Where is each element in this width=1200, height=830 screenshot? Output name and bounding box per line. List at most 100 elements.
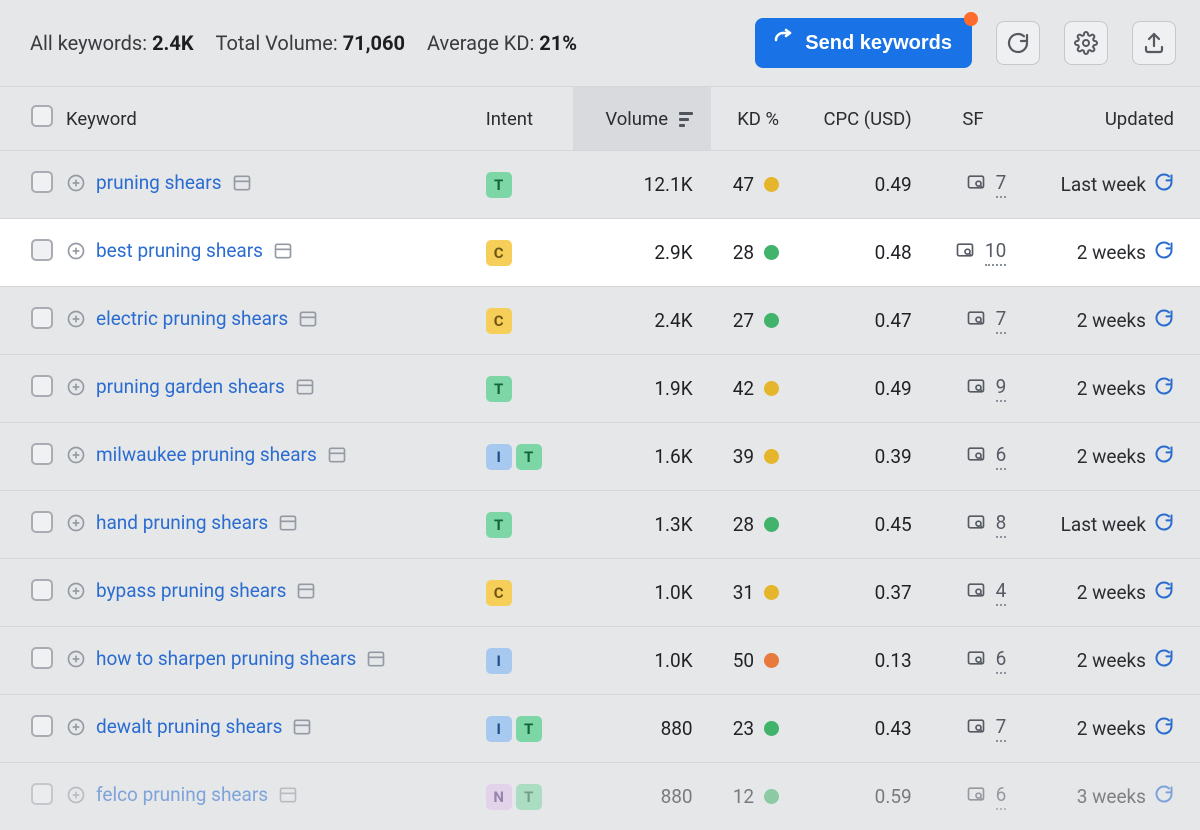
keyword-link[interactable]: best pruning shears (96, 239, 263, 262)
serp-icon[interactable] (296, 581, 316, 601)
row-refresh-icon[interactable] (1154, 240, 1174, 265)
row-checkbox[interactable] (31, 511, 53, 533)
expand-icon[interactable] (66, 241, 86, 261)
keyword-link[interactable]: dewalt pruning shears (96, 715, 282, 738)
sf-value[interactable]: 6 (966, 783, 1007, 810)
sf-value[interactable]: 7 (966, 715, 1007, 742)
intent-badge-i: I (486, 444, 512, 470)
sf-value[interactable]: 6 (966, 443, 1007, 470)
keyword-link[interactable]: hand pruning shears (96, 511, 268, 534)
keyword-link[interactable]: pruning shears (96, 171, 222, 194)
row-checkbox[interactable] (31, 375, 53, 397)
col-intent[interactable]: Intent (468, 87, 573, 151)
col-volume[interactable]: Volume (573, 87, 711, 151)
table-row: milwaukee pruning shears IT 1.6K 39 0.39… (0, 423, 1200, 491)
expand-icon[interactable] (66, 173, 86, 193)
sf-value[interactable]: 10 (955, 239, 1006, 266)
serp-icon[interactable] (278, 513, 298, 533)
kd-value: 23 (733, 717, 779, 740)
updated-value: Last week (1061, 173, 1146, 196)
keyword-link[interactable]: pruning garden shears (96, 375, 285, 398)
keyword-link[interactable]: felco pruning shears (96, 783, 268, 806)
row-checkbox[interactable] (31, 307, 53, 329)
serp-features-icon (966, 648, 986, 673)
kd-indicator-icon (764, 313, 779, 328)
serp-icon[interactable] (327, 445, 347, 465)
intent-badge-t: T (516, 784, 542, 810)
kd-indicator-icon (764, 449, 779, 464)
send-keywords-button[interactable]: Send keywords (755, 18, 972, 68)
row-checkbox[interactable] (31, 783, 53, 805)
keyword-link[interactable]: bypass pruning shears (96, 579, 286, 602)
kd-indicator-icon (764, 585, 779, 600)
expand-icon[interactable] (66, 513, 86, 533)
sf-value[interactable]: 4 (966, 579, 1007, 606)
sf-value[interactable]: 7 (966, 171, 1007, 198)
avg-kd-stat: Average KD: 21% (427, 31, 577, 55)
serp-features-icon (966, 444, 986, 469)
row-refresh-icon[interactable] (1154, 716, 1174, 741)
cpc-value: 0.49 (789, 151, 936, 219)
row-refresh-icon[interactable] (1154, 172, 1174, 197)
keyword-link[interactable]: how to sharpen pruning shears (96, 647, 356, 670)
refresh-button[interactable] (996, 21, 1040, 65)
serp-features-icon (966, 376, 986, 401)
col-select-all[interactable] (0, 87, 60, 151)
keyword-link[interactable]: electric pruning shears (96, 307, 288, 330)
sf-value[interactable]: 8 (966, 511, 1007, 538)
col-keyword[interactable]: Keyword (60, 87, 468, 151)
row-checkbox[interactable] (31, 171, 53, 193)
kd-indicator-icon (764, 517, 779, 532)
row-refresh-icon[interactable] (1154, 580, 1174, 605)
volume-value: 1.0K (573, 627, 711, 695)
serp-icon[interactable] (232, 173, 252, 193)
row-refresh-icon[interactable] (1154, 376, 1174, 401)
col-sf[interactable]: SF (936, 87, 1021, 151)
expand-icon[interactable] (66, 445, 86, 465)
serp-icon[interactable] (295, 377, 315, 397)
sf-value[interactable]: 6 (966, 647, 1007, 674)
kd-value: 39 (733, 445, 779, 468)
row-refresh-icon[interactable] (1154, 444, 1174, 469)
intent-badge-c: C (486, 580, 512, 606)
row-checkbox[interactable] (31, 647, 53, 669)
row-checkbox[interactable] (31, 579, 53, 601)
volume-value: 12.1K (573, 151, 711, 219)
serp-features-icon (966, 172, 986, 197)
col-updated[interactable]: Updated (1020, 87, 1200, 151)
export-button[interactable] (1132, 21, 1176, 65)
serp-icon[interactable] (298, 309, 318, 329)
kd-value: 31 (733, 581, 779, 604)
serp-icon[interactable] (366, 649, 386, 669)
cpc-value: 0.49 (789, 355, 936, 423)
updated-value: 2 weeks (1077, 717, 1146, 740)
serp-icon[interactable] (273, 241, 293, 261)
row-checkbox[interactable] (31, 715, 53, 737)
row-refresh-icon[interactable] (1154, 308, 1174, 333)
sf-value[interactable]: 7 (966, 307, 1007, 334)
row-checkbox[interactable] (31, 239, 53, 261)
row-refresh-icon[interactable] (1154, 648, 1174, 673)
keyword-link[interactable]: milwaukee pruning shears (96, 443, 317, 466)
expand-icon[interactable] (66, 309, 86, 329)
sf-value[interactable]: 9 (966, 375, 1007, 402)
expand-icon[interactable] (66, 785, 86, 805)
expand-icon[interactable] (66, 717, 86, 737)
sort-desc-icon (679, 112, 693, 127)
settings-button[interactable] (1064, 21, 1108, 65)
col-cpc[interactable]: CPC (USD) (789, 87, 936, 151)
table-row: felco pruning shears NT 880 12 0.59 6 3 … (0, 763, 1200, 830)
row-refresh-icon[interactable] (1154, 784, 1174, 809)
expand-icon[interactable] (66, 377, 86, 397)
expand-icon[interactable] (66, 581, 86, 601)
updated-value: 2 weeks (1077, 241, 1146, 264)
expand-icon[interactable] (66, 649, 86, 669)
serp-icon[interactable] (292, 717, 312, 737)
row-refresh-icon[interactable] (1154, 512, 1174, 537)
updated-value: 2 weeks (1077, 309, 1146, 332)
serp-icon[interactable] (278, 785, 298, 805)
notification-dot-icon (964, 12, 978, 26)
row-checkbox[interactable] (31, 443, 53, 465)
updated-value: 2 weeks (1077, 649, 1146, 672)
col-kd[interactable]: KD % (711, 87, 789, 151)
